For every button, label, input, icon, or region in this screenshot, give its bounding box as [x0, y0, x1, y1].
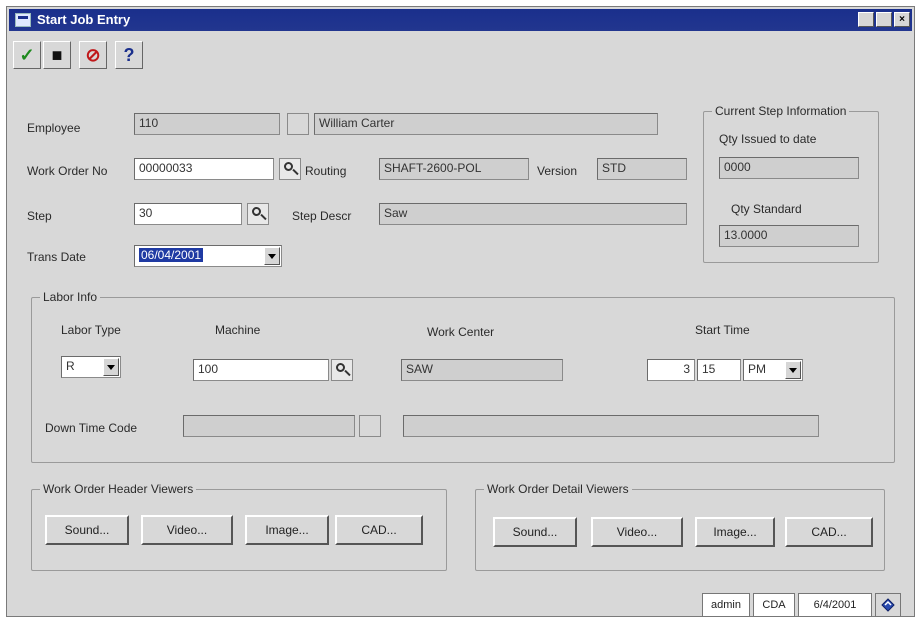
- start-minute-input[interactable]: 15: [697, 359, 741, 381]
- close-button[interactable]: ×: [894, 12, 910, 27]
- minimize-button[interactable]: [858, 12, 874, 27]
- machine-search-icon[interactable]: [331, 359, 353, 381]
- ampm-combo[interactable]: PM: [743, 359, 803, 381]
- machine-label: Machine: [215, 323, 261, 337]
- labor-type-value: R: [66, 359, 75, 373]
- title-bar[interactable]: Start Job Entry ×: [9, 9, 912, 31]
- detail-image-button[interactable]: Image...: [695, 517, 775, 547]
- start-hour-input[interactable]: 3: [647, 359, 695, 381]
- chevron-down-icon[interactable]: [785, 361, 801, 379]
- step-descr-label: Step Descr: [292, 209, 352, 223]
- down-time-lookup-icon[interactable]: [359, 415, 381, 437]
- ok-checkmark-icon[interactable]: ✓: [13, 41, 41, 69]
- status-date: 6/4/2001: [798, 593, 872, 617]
- labor-type-label: Labor Type: [61, 323, 121, 337]
- version-label: Version: [537, 164, 578, 178]
- window-title: Start Job Entry: [37, 12, 131, 27]
- header-sound-button[interactable]: Sound...: [45, 515, 129, 545]
- labor-info-title: Labor Info: [40, 290, 101, 304]
- cancel-icon[interactable]: ⊘: [79, 41, 107, 69]
- header-video-button[interactable]: Video...: [141, 515, 233, 545]
- header-image-button[interactable]: Image...: [245, 515, 329, 545]
- qty-issued-field: 0000: [719, 157, 859, 179]
- down-time-desc-field: [403, 415, 819, 437]
- routing-label: Routing: [305, 164, 347, 178]
- work-order-label: Work Order No: [27, 164, 108, 178]
- work-center-label: Work Center: [427, 325, 495, 339]
- down-time-code-field[interactable]: [183, 415, 355, 437]
- labor-type-combo[interactable]: R: [61, 356, 121, 378]
- trans-date-combo[interactable]: 06/04/2001: [134, 245, 282, 267]
- step-input[interactable]: 30: [134, 203, 242, 225]
- employee-name-field: William Carter: [314, 113, 658, 135]
- work-center-field: SAW: [401, 359, 563, 381]
- routing-field: SHAFT-2600-POL: [379, 158, 529, 180]
- app-icon: [15, 13, 31, 27]
- detail-viewers-title: Work Order Detail Viewers: [484, 482, 632, 496]
- version-field: STD: [597, 158, 687, 180]
- header-viewers-title: Work Order Header Viewers: [40, 482, 197, 496]
- qty-standard-label: Qty Standard: [731, 202, 802, 216]
- machine-input[interactable]: 100: [193, 359, 329, 381]
- work-order-search-icon[interactable]: [279, 158, 301, 180]
- help-icon[interactable]: ?: [115, 41, 143, 69]
- status-connect-icon[interactable]: [875, 593, 901, 617]
- qty-issued-label: Qty Issued to date: [719, 132, 817, 146]
- employee-id-field: 110: [134, 113, 280, 135]
- qty-standard-field: 13.0000: [719, 225, 859, 247]
- chevron-down-icon[interactable]: [264, 247, 280, 265]
- detail-sound-button[interactable]: Sound...: [493, 517, 577, 547]
- employee-label: Employee: [27, 121, 81, 135]
- step-search-icon[interactable]: [247, 203, 269, 225]
- header-cad-button[interactable]: CAD...: [335, 515, 423, 545]
- ampm-value: PM: [748, 362, 766, 376]
- status-company: CDA: [753, 593, 795, 617]
- step-label: Step: [27, 209, 52, 223]
- start-time-label: Start Time: [695, 323, 750, 337]
- save-icon[interactable]: ■: [43, 41, 71, 69]
- employee-lookup-icon[interactable]: [287, 113, 309, 135]
- chevron-down-icon[interactable]: [103, 358, 119, 376]
- down-time-label: Down Time Code: [45, 421, 138, 435]
- trans-date-label: Trans Date: [27, 250, 86, 264]
- current-step-title: Current Step Information: [712, 104, 850, 118]
- status-user: admin: [702, 593, 750, 617]
- trans-date-value: 06/04/2001: [139, 248, 204, 262]
- detail-cad-button[interactable]: CAD...: [785, 517, 873, 547]
- maximize-button[interactable]: [876, 12, 892, 27]
- window: Start Job Entry × ✓ ■ ⊘ ? Employee 110 W…: [6, 6, 915, 617]
- step-descr-field: Saw: [379, 203, 687, 225]
- detail-video-button[interactable]: Video...: [591, 517, 683, 547]
- work-order-input[interactable]: 00000033: [134, 158, 274, 180]
